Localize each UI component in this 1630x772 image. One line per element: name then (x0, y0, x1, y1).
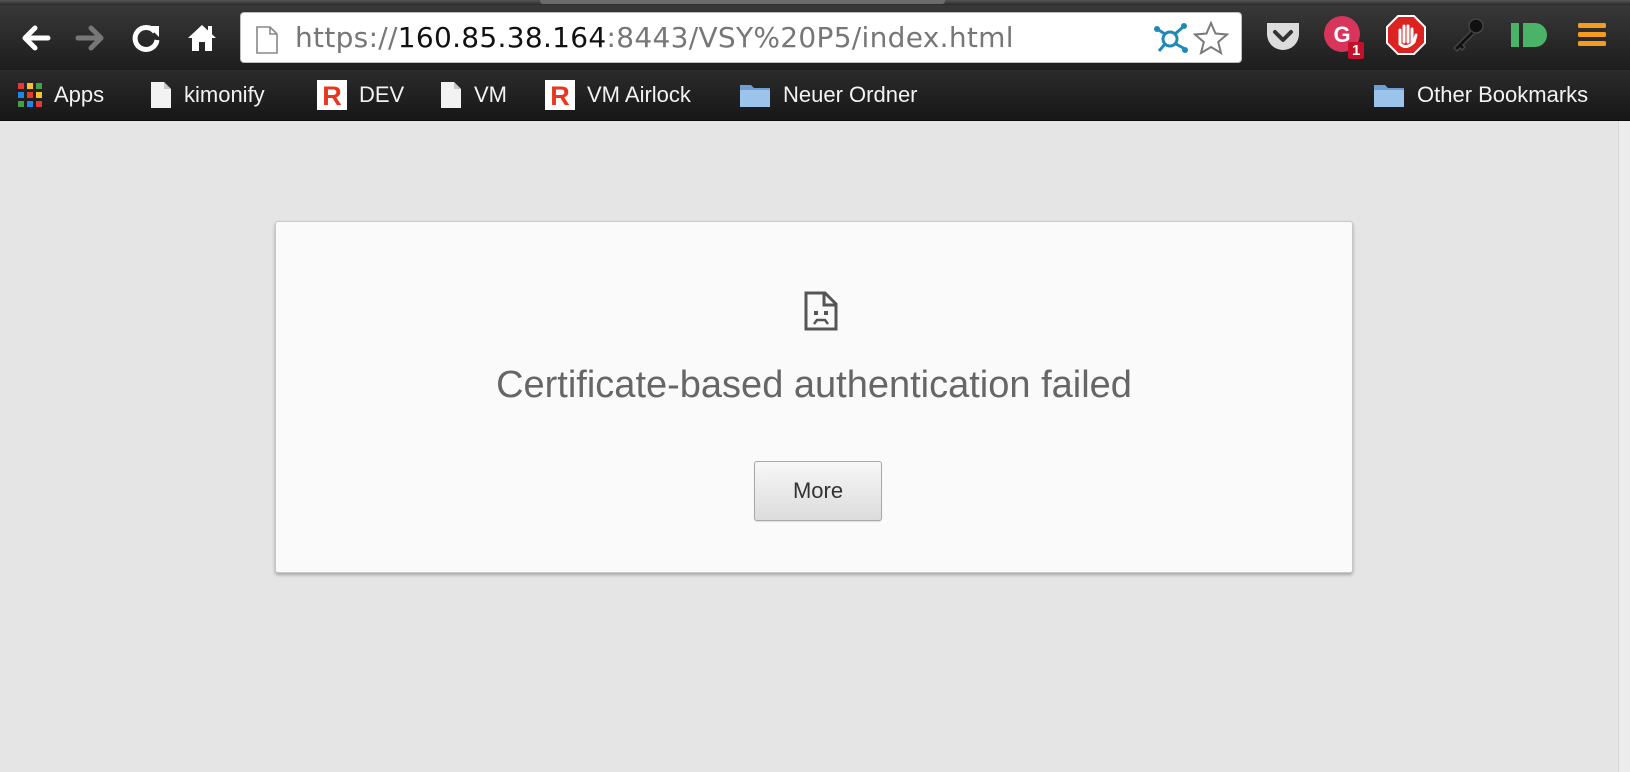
bookmark-label: DEV (359, 82, 405, 107)
reload-icon (132, 24, 160, 52)
home-icon (188, 25, 216, 51)
bookmark-apps[interactable]: Apps (18, 70, 104, 120)
bookmark-vm-airlock[interactable]: R VM Airlock (545, 70, 691, 120)
redmine-icon: R (545, 80, 575, 110)
forward-button[interactable] (70, 18, 110, 58)
bookmark-label: kimonify (184, 82, 265, 107)
network-extension-icon[interactable] (1153, 21, 1189, 55)
browser-toolbar: https://160.85.38.164:8443/VSY%20P5/inde… (0, 0, 1630, 70)
pocket-button[interactable] (1262, 14, 1304, 56)
chrome-menu-button[interactable] (1572, 14, 1614, 56)
grammarly-icon: G (1324, 16, 1364, 59)
bookmark-label: VM Airlock (587, 82, 691, 107)
svg-text:R: R (550, 81, 570, 110)
page-icon (440, 81, 462, 109)
redmine-icon: R (317, 80, 347, 110)
pocket-icon (1267, 23, 1299, 50)
bookmark-dev[interactable]: R DEV (317, 70, 404, 120)
lastpass-button[interactable] (1448, 14, 1490, 56)
bookmark-label: Other Bookmarks (1417, 82, 1589, 107)
adblock-icon (1386, 15, 1426, 55)
bookmarks-bar: Apps kimonify R DEV VM R VM Airlock Neue… (0, 70, 1630, 121)
pushbullet-button[interactable] (1508, 14, 1550, 56)
tab-strip (0, 0, 1630, 5)
svg-text:G: G (1333, 22, 1350, 47)
bookmark-label: Neuer Ordner (783, 82, 918, 107)
page-icon (256, 26, 278, 54)
pushbullet-icon (1511, 23, 1547, 47)
error-card: Certificate-based authentication failed … (275, 221, 1353, 573)
folder-icon (739, 82, 771, 108)
adblock-button[interactable] (1385, 14, 1427, 56)
bookmark-vm[interactable]: VM (440, 70, 507, 120)
grammarly-badge: 1 (1352, 42, 1361, 59)
bookmark-folder-neuer-ordner[interactable]: Neuer Ordner (739, 70, 918, 120)
home-button[interactable] (182, 18, 222, 58)
back-button[interactable] (16, 18, 56, 58)
reload-button[interactable] (126, 18, 166, 58)
bookmark-star-icon[interactable] (1193, 21, 1229, 55)
bookmark-label: Apps (54, 82, 105, 107)
back-arrow-icon (22, 25, 51, 51)
svg-text:R: R (322, 81, 342, 110)
forward-arrow-icon (75, 25, 104, 51)
other-bookmarks-folder[interactable]: Other Bookmarks (1373, 70, 1588, 120)
bookmark-label: VM (474, 82, 507, 107)
sad-page-icon (804, 291, 838, 331)
more-button[interactable]: More (754, 461, 882, 521)
url-scheme: https:// (295, 21, 398, 54)
bookmark-kimonify[interactable]: kimonify (150, 70, 265, 120)
menu-icon (1578, 23, 1606, 46)
grammarly-button[interactable]: G 1 (1322, 14, 1364, 59)
url-text: https://160.85.38.164:8443/VSY%20P5/inde… (295, 22, 1014, 54)
scrollbar-track[interactable] (1618, 121, 1630, 772)
page-icon (150, 81, 172, 109)
error-title: Certificate-based authentication failed (496, 364, 1132, 406)
lastpass-key-icon (1452, 18, 1484, 53)
url-path: :8443/VSY%20P5/index.html (606, 21, 1014, 54)
apps-grid-icon (18, 83, 42, 107)
folder-icon (1373, 82, 1405, 108)
address-bar[interactable]: https://160.85.38.164:8443/VSY%20P5/inde… (240, 12, 1242, 63)
url-host: 160.85.38.164 (397, 21, 607, 54)
